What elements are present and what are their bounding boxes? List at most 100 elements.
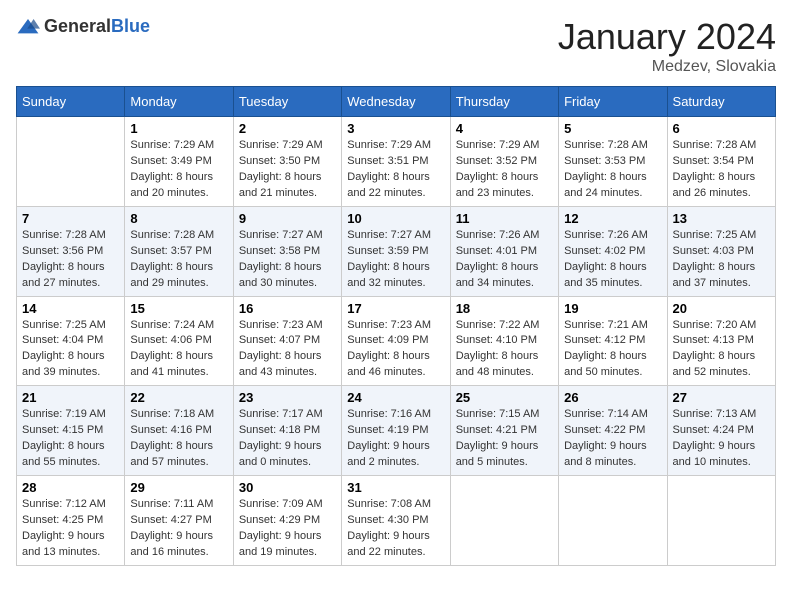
day-detail: Sunrise: 7:15 AM Sunset: 4:21 PM Dayligh… [456,407,553,471]
day-detail: Sunrise: 7:25 AM Sunset: 4:04 PM Dayligh… [22,318,119,382]
calendar-cell: 1Sunrise: 7:29 AM Sunset: 3:49 PM Daylig… [125,117,233,207]
day-number: 10 [347,211,444,226]
day-detail: Sunrise: 7:09 AM Sunset: 4:29 PM Dayligh… [239,497,336,561]
day-number: 8 [130,211,227,226]
calendar-cell: 19 Sunrise: 7:21 AM Sunset: 4:12 PM Dayli… [559,296,667,386]
logo-blue-text: Blue [111,16,150,36]
day-detail: Sunrise: 7:22 AM Sunset: 4:10 PM Dayligh… [456,318,553,382]
header-thursday: Thursday [450,87,558,117]
calendar-cell: 15 Sunrise: 7:24 AM Sunset: 4:06 PM Dayli… [125,296,233,386]
day-number: 4 [456,121,553,136]
day-detail: Sunrise: 7:20 AM Sunset: 4:13 PM Dayligh… [673,318,770,382]
header-tuesday: Tuesday [233,87,341,117]
day-detail: Sunrise: 7:16 AM Sunset: 4:19 PM Dayligh… [347,407,444,471]
calendar-cell: 18 Sunrise: 7:22 AM Sunset: 4:10 PM Dayli… [450,296,558,386]
calendar-cell: 12Sunrise: 7:26 AM Sunset: 4:02 PM Dayli… [559,206,667,296]
day-number: 25 [456,390,553,405]
day-detail: Sunrise: 7:19 AM Sunset: 4:15 PM Dayligh… [22,407,119,471]
calendar-cell: 26 Sunrise: 7:14 AM Sunset: 4:22 PM Dayli… [559,386,667,476]
day-number: 1 [130,121,227,136]
day-detail: Sunrise: 7:21 AM Sunset: 4:12 PM Dayligh… [564,318,661,382]
month-title: January 2024 [558,16,776,58]
day-number: 24 [347,390,444,405]
week-row-5: 28 Sunrise: 7:12 AM Sunset: 4:25 PM Dayli… [17,476,776,566]
day-detail: Sunrise: 7:23 AM Sunset: 4:07 PM Dayligh… [239,318,336,382]
calendar-cell: 6 Sunrise: 7:28 AM Sunset: 3:54 PM Daylig… [667,117,775,207]
day-number: 11 [456,211,553,226]
day-detail: Sunrise: 7:14 AM Sunset: 4:22 PM Dayligh… [564,407,661,471]
day-detail: Sunrise: 7:28 AM Sunset: 3:56 PM Dayligh… [22,228,119,292]
day-detail: Sunrise: 7:18 AM Sunset: 4:16 PM Dayligh… [130,407,227,471]
calendar-cell [667,476,775,566]
calendar-cell [17,117,125,207]
day-number: 14 [22,301,119,316]
day-detail: Sunrise: 7:23 AM Sunset: 4:09 PM Dayligh… [347,318,444,382]
location-subtitle: Medzev, Slovakia [558,58,776,76]
day-detail: Sunrise: 7:08 AM Sunset: 4:30 PM Dayligh… [347,497,444,561]
calendar-cell: 27 Sunrise: 7:13 AM Sunset: 4:24 PM Dayli… [667,386,775,476]
day-detail: Sunrise: 7:28 AM Sunset: 3:54 PM Dayligh… [673,138,770,202]
calendar-cell: 11 Sunrise: 7:26 AM Sunset: 4:01 PM Dayli… [450,206,558,296]
week-row-2: 7 Sunrise: 7:28 AM Sunset: 3:56 PM Daylig… [17,206,776,296]
day-number: 19 [564,301,661,316]
calendar-cell: 29 Sunrise: 7:11 AM Sunset: 4:27 PM Dayli… [125,476,233,566]
header-wednesday: Wednesday [342,87,450,117]
week-row-1: 1Sunrise: 7:29 AM Sunset: 3:49 PM Daylig… [17,117,776,207]
calendar-cell: 24 Sunrise: 7:16 AM Sunset: 4:19 PM Dayli… [342,386,450,476]
calendar-cell: 16 Sunrise: 7:23 AM Sunset: 4:07 PM Dayli… [233,296,341,386]
day-number: 7 [22,211,119,226]
day-detail: Sunrise: 7:27 AM Sunset: 3:59 PM Dayligh… [347,228,444,292]
logo: GeneralBlue [16,16,150,37]
day-number: 18 [456,301,553,316]
day-detail: Sunrise: 7:29 AM Sunset: 3:50 PM Dayligh… [239,138,336,202]
day-detail: Sunrise: 7:13 AM Sunset: 4:24 PM Dayligh… [673,407,770,471]
weekday-header-row: SundayMondayTuesdayWednesdayThursdayFrid… [17,87,776,117]
calendar-cell: 13 Sunrise: 7:25 AM Sunset: 4:03 PM Dayli… [667,206,775,296]
day-detail: Sunrise: 7:27 AM Sunset: 3:58 PM Dayligh… [239,228,336,292]
day-detail: Sunrise: 7:26 AM Sunset: 4:02 PM Dayligh… [564,228,661,292]
logo-general-text: General [44,16,111,36]
calendar-cell: 14 Sunrise: 7:25 AM Sunset: 4:04 PM Dayli… [17,296,125,386]
calendar-cell: 8 Sunrise: 7:28 AM Sunset: 3:57 PM Daylig… [125,206,233,296]
week-row-4: 21 Sunrise: 7:19 AM Sunset: 4:15 PM Dayli… [17,386,776,476]
day-detail: Sunrise: 7:12 AM Sunset: 4:25 PM Dayligh… [22,497,119,561]
day-number: 15 [130,301,227,316]
header-saturday: Saturday [667,87,775,117]
calendar-cell: 17Sunrise: 7:23 AM Sunset: 4:09 PM Dayli… [342,296,450,386]
day-detail: Sunrise: 7:11 AM Sunset: 4:27 PM Dayligh… [130,497,227,561]
day-number: 27 [673,390,770,405]
day-number: 6 [673,121,770,136]
day-number: 2 [239,121,336,136]
calendar-cell: 31 Sunrise: 7:08 AM Sunset: 4:30 PM Dayli… [342,476,450,566]
day-detail: Sunrise: 7:28 AM Sunset: 3:53 PM Dayligh… [564,138,661,202]
day-number: 28 [22,480,119,495]
day-detail: Sunrise: 7:26 AM Sunset: 4:01 PM Dayligh… [456,228,553,292]
calendar-cell: 25 Sunrise: 7:15 AM Sunset: 4:21 PM Dayli… [450,386,558,476]
day-detail: Sunrise: 7:24 AM Sunset: 4:06 PM Dayligh… [130,318,227,382]
calendar-cell: 23Sunrise: 7:17 AM Sunset: 4:18 PM Dayli… [233,386,341,476]
header-friday: Friday [559,87,667,117]
day-number: 21 [22,390,119,405]
calendar-cell: 3Sunrise: 7:29 AM Sunset: 3:51 PM Daylig… [342,117,450,207]
day-number: 16 [239,301,336,316]
day-number: 31 [347,480,444,495]
calendar-cell: 30 Sunrise: 7:09 AM Sunset: 4:29 PM Dayli… [233,476,341,566]
day-number: 26 [564,390,661,405]
calendar-cell: 22 Sunrise: 7:18 AM Sunset: 4:16 PM Dayli… [125,386,233,476]
day-detail: Sunrise: 7:29 AM Sunset: 3:52 PM Dayligh… [456,138,553,202]
calendar-cell [559,476,667,566]
day-number: 9 [239,211,336,226]
page-header: GeneralBlue January 2024 Medzev, Slovaki… [16,16,776,76]
day-number: 22 [130,390,227,405]
title-section: January 2024 Medzev, Slovakia [558,16,776,76]
calendar-cell: 20Sunrise: 7:20 AM Sunset: 4:13 PM Dayli… [667,296,775,386]
day-detail: Sunrise: 7:25 AM Sunset: 4:03 PM Dayligh… [673,228,770,292]
calendar-cell: 10 Sunrise: 7:27 AM Sunset: 3:59 PM Dayli… [342,206,450,296]
day-number: 13 [673,211,770,226]
day-number: 29 [130,480,227,495]
day-detail: Sunrise: 7:28 AM Sunset: 3:57 PM Dayligh… [130,228,227,292]
calendar-cell: 4 Sunrise: 7:29 AM Sunset: 3:52 PM Daylig… [450,117,558,207]
day-number: 30 [239,480,336,495]
day-number: 5 [564,121,661,136]
header-sunday: Sunday [17,87,125,117]
